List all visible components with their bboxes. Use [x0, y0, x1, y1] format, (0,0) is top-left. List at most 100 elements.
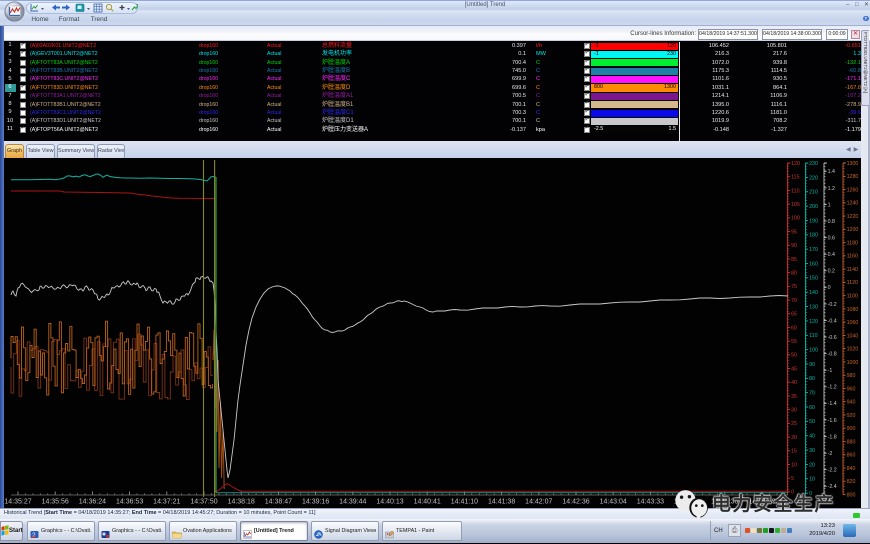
svg-text:1: 1: [828, 202, 831, 208]
svg-text:14:42:07: 14:42:07: [525, 499, 552, 506]
svg-text:0.6: 0.6: [828, 236, 835, 242]
svg-text:230: 230: [809, 161, 818, 167]
svg-text:115: 115: [791, 175, 799, 181]
svg-text:-2.2: -2.2: [828, 468, 837, 474]
svg-text:75: 75: [791, 284, 797, 290]
svg-text:1240: 1240: [847, 201, 859, 207]
svg-text:85: 85: [791, 257, 797, 263]
svg-text:14:42:36: 14:42:36: [562, 499, 589, 506]
svg-text:1.4: 1.4: [828, 169, 835, 175]
svg-text:14:43:04: 14:43:04: [600, 499, 627, 506]
svg-text:-1.6: -1.6: [828, 418, 837, 424]
svg-text:20: 20: [791, 435, 797, 441]
svg-text:0.4: 0.4: [828, 252, 835, 258]
svg-text:60: 60: [809, 405, 815, 411]
svg-text:50: 50: [791, 353, 797, 359]
svg-text:14:41:38: 14:41:38: [488, 499, 515, 506]
svg-text:35: 35: [791, 394, 797, 400]
svg-text:14:39:16: 14:39:16: [302, 499, 329, 506]
svg-text:940: 940: [847, 400, 856, 406]
svg-text:1140: 1140: [847, 267, 858, 273]
svg-text:1220: 1220: [847, 214, 859, 220]
svg-text:70: 70: [791, 298, 797, 304]
svg-text:14:40:41: 14:40:41: [414, 499, 441, 506]
svg-text:1200: 1200: [847, 227, 859, 233]
svg-text:840: 840: [847, 466, 856, 472]
svg-text:900: 900: [847, 426, 856, 432]
svg-text:1.2: 1.2: [828, 186, 835, 192]
svg-text:820: 820: [847, 479, 856, 485]
svg-text:-1.8: -1.8: [828, 434, 837, 440]
svg-text:1300: 1300: [847, 161, 859, 167]
svg-text:80: 80: [791, 271, 797, 277]
svg-text:190: 190: [809, 218, 818, 224]
svg-text:14:38:47: 14:38:47: [265, 499, 292, 506]
svg-text:1280: 1280: [847, 174, 859, 180]
svg-text:1040: 1040: [847, 333, 859, 339]
svg-text:130: 130: [809, 304, 818, 310]
svg-text:55: 55: [791, 339, 797, 345]
svg-text:920: 920: [847, 413, 856, 419]
svg-text:120: 120: [809, 319, 818, 325]
svg-text:1080: 1080: [847, 307, 859, 313]
svg-text:90: 90: [791, 243, 797, 249]
svg-text:150: 150: [809, 276, 818, 282]
svg-text:-0.6: -0.6: [828, 335, 837, 341]
svg-text:-0.2: -0.2: [828, 302, 837, 308]
svg-text:200: 200: [809, 204, 818, 210]
svg-text:105: 105: [791, 202, 800, 208]
svg-text:80: 80: [809, 376, 815, 382]
svg-text:1060: 1060: [847, 320, 859, 326]
svg-text:160: 160: [809, 261, 818, 267]
svg-text:-1.2: -1.2: [828, 385, 837, 391]
svg-text:40: 40: [791, 380, 797, 386]
svg-text:20: 20: [809, 462, 815, 468]
svg-text:14:43:33: 14:43:33: [637, 499, 664, 506]
svg-text:980: 980: [847, 373, 856, 379]
svg-text:14:35:27: 14:35:27: [4, 499, 31, 506]
svg-text:100: 100: [791, 216, 800, 222]
svg-text:95: 95: [791, 229, 797, 235]
svg-text:1120: 1120: [847, 280, 858, 286]
svg-text:14:39:44: 14:39:44: [339, 499, 366, 506]
svg-text:65: 65: [791, 312, 797, 318]
svg-text:14:36:53: 14:36:53: [116, 499, 143, 506]
svg-text:25: 25: [791, 421, 797, 427]
svg-text:1260: 1260: [847, 187, 859, 193]
svg-text:50: 50: [809, 419, 815, 425]
svg-text:10: 10: [809, 477, 815, 483]
svg-text:15: 15: [791, 449, 797, 455]
svg-text:14:37:50: 14:37:50: [190, 499, 217, 506]
svg-text:110: 110: [791, 188, 799, 194]
svg-text:14:36:24: 14:36:24: [79, 499, 106, 506]
svg-text:170: 170: [809, 247, 818, 253]
svg-text:60: 60: [791, 325, 797, 331]
svg-text:-2: -2: [828, 451, 833, 457]
svg-text:880: 880: [847, 439, 856, 445]
svg-text:30: 30: [809, 448, 815, 454]
svg-text:40: 40: [809, 434, 815, 440]
svg-text:14:40:13: 14:40:13: [376, 499, 403, 506]
svg-text:-0.8: -0.8: [828, 352, 837, 358]
svg-text:210: 210: [809, 190, 818, 196]
svg-text:180: 180: [809, 233, 818, 239]
svg-text:5: 5: [791, 476, 794, 482]
svg-text:14:41:10: 14:41:10: [451, 499, 478, 506]
svg-text:860: 860: [847, 453, 856, 459]
svg-text:0: 0: [828, 285, 831, 291]
svg-text:70: 70: [809, 391, 815, 397]
svg-text:1000: 1000: [847, 360, 859, 366]
svg-text:220: 220: [809, 175, 818, 181]
svg-text:110: 110: [809, 333, 817, 339]
svg-text:90: 90: [809, 362, 815, 368]
svg-text:-1: -1: [828, 368, 833, 374]
svg-text:1180: 1180: [847, 241, 858, 247]
svg-text:1100: 1100: [847, 294, 858, 300]
svg-text:14:38:18: 14:38:18: [228, 499, 255, 506]
svg-text:10: 10: [791, 462, 797, 468]
svg-text:1160: 1160: [847, 254, 858, 260]
svg-text:100: 100: [809, 348, 818, 354]
svg-text:140: 140: [809, 290, 818, 296]
svg-text:-0.4: -0.4: [828, 318, 837, 324]
svg-text:120: 120: [791, 161, 800, 167]
